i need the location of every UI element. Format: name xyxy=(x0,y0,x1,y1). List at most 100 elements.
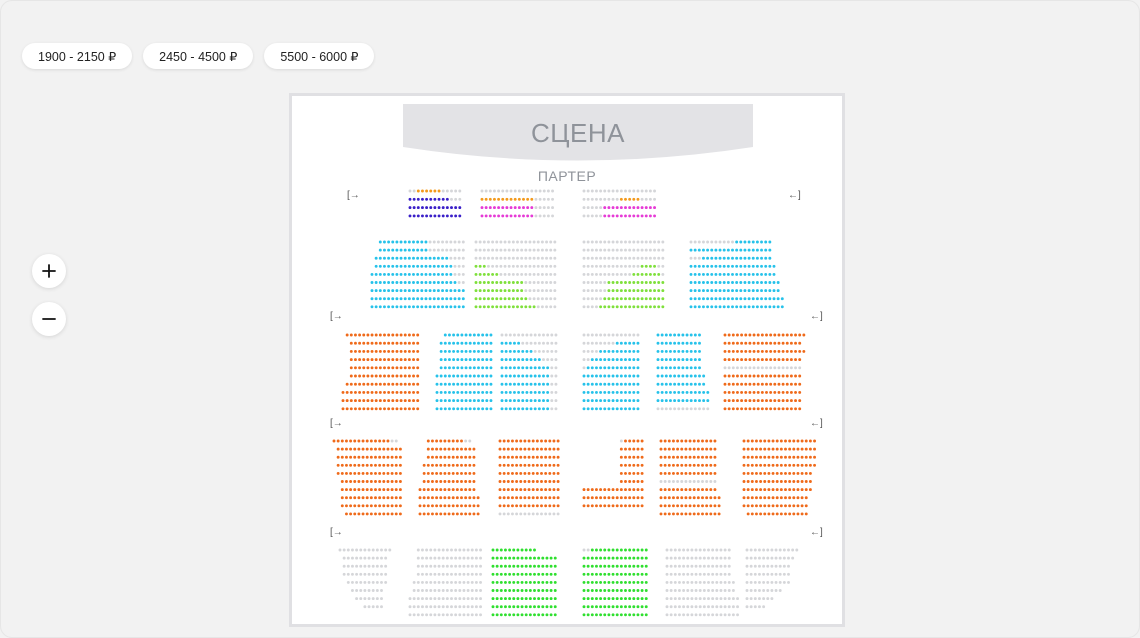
g3d-seat[interactable] xyxy=(599,366,603,370)
g5c-seat[interactable] xyxy=(528,564,532,568)
g4b-seat[interactable] xyxy=(455,496,459,500)
g5c-seat[interactable] xyxy=(553,580,557,584)
g2c-seat[interactable] xyxy=(653,297,656,301)
g2c-seat[interactable] xyxy=(632,289,636,293)
g5b-seat[interactable] xyxy=(445,556,449,560)
g2d-seat[interactable] xyxy=(710,297,714,301)
g5e-seat[interactable] xyxy=(727,564,731,568)
g4c-seat[interactable] xyxy=(531,496,535,500)
g4e-seat[interactable] xyxy=(692,488,696,492)
g2c-seat[interactable] xyxy=(653,256,656,260)
g3e-seat[interactable] xyxy=(698,374,701,378)
g2c-seat[interactable] xyxy=(653,272,656,276)
g4f-seat[interactable] xyxy=(788,480,792,483)
g5c-seat[interactable] xyxy=(495,613,499,617)
g1a-seat[interactable] xyxy=(416,189,420,193)
g3b-seat[interactable] xyxy=(485,382,489,386)
g2d-seat[interactable] xyxy=(768,264,772,268)
g5b-seat[interactable] xyxy=(479,613,482,617)
g4e-seat[interactable] xyxy=(701,455,704,459)
g3a-seat[interactable] xyxy=(374,390,378,394)
g4b-seat[interactable] xyxy=(451,471,455,475)
g1c-seat[interactable] xyxy=(644,189,648,193)
g2b-seat[interactable] xyxy=(482,281,486,284)
g5c-seat[interactable] xyxy=(495,564,499,568)
g5a-seat[interactable] xyxy=(359,597,363,601)
g5a-seat[interactable] xyxy=(355,556,359,560)
g5d-seat[interactable] xyxy=(624,548,627,552)
g2a-seat[interactable] xyxy=(436,305,440,309)
g2a-seat[interactable] xyxy=(407,256,411,260)
g3d-seat[interactable] xyxy=(615,390,619,394)
g3f-seat[interactable] xyxy=(785,349,789,353)
g2d-seat[interactable] xyxy=(755,248,759,252)
g4e-seat[interactable] xyxy=(713,439,717,443)
g2d-seat[interactable] xyxy=(764,272,768,276)
g5b-seat[interactable] xyxy=(474,613,478,617)
g4d-seat[interactable] xyxy=(640,463,644,467)
g5f-seat[interactable] xyxy=(782,548,786,552)
g3e-seat[interactable] xyxy=(673,349,677,353)
g3f-seat[interactable] xyxy=(794,349,797,353)
g2a-seat[interactable] xyxy=(387,264,391,268)
g5e-seat[interactable] xyxy=(682,580,686,584)
g3c-seat[interactable] xyxy=(554,349,558,353)
g2d-seat[interactable] xyxy=(731,240,734,244)
g5d-seat[interactable] xyxy=(586,613,590,617)
g4b-seat[interactable] xyxy=(476,504,480,508)
g4a-seat[interactable] xyxy=(365,496,369,500)
g4f-seat[interactable] xyxy=(746,512,750,516)
g2a-seat[interactable] xyxy=(399,240,403,244)
g3e-seat[interactable] xyxy=(685,407,689,411)
g5d-seat[interactable] xyxy=(611,580,615,584)
g3f-seat[interactable] xyxy=(727,349,731,353)
g5d-seat[interactable] xyxy=(640,580,644,584)
g2a-seat[interactable] xyxy=(424,256,428,260)
g5f-seat[interactable] xyxy=(766,548,770,552)
g2b-seat[interactable] xyxy=(549,240,553,244)
g1b-seat[interactable] xyxy=(488,197,492,201)
g4b-seat[interactable] xyxy=(422,496,426,500)
g1a-seat[interactable] xyxy=(421,214,424,218)
g2c-seat[interactable] xyxy=(644,264,648,268)
g5e-seat[interactable] xyxy=(698,589,702,592)
g3e-seat[interactable] xyxy=(656,374,660,378)
g2b-seat[interactable] xyxy=(491,281,495,284)
g4e-seat[interactable] xyxy=(684,512,688,516)
g2b-seat[interactable] xyxy=(491,272,495,276)
g5c-seat[interactable] xyxy=(495,597,499,601)
g3a-seat[interactable] xyxy=(378,341,382,345)
g5a-seat[interactable] xyxy=(355,589,359,592)
g3b-seat[interactable] xyxy=(485,341,489,345)
g5f-seat[interactable] xyxy=(766,556,770,560)
g5d-seat[interactable] xyxy=(636,572,640,576)
g4d-seat[interactable] xyxy=(586,488,590,492)
g3d-seat[interactable] xyxy=(615,407,619,411)
g4c-seat[interactable] xyxy=(511,439,514,443)
g5d-seat[interactable] xyxy=(586,580,590,584)
g2c-seat[interactable] xyxy=(611,264,615,268)
g5e-seat[interactable] xyxy=(702,613,706,617)
g4e-seat[interactable] xyxy=(684,504,688,508)
g3c-seat[interactable] xyxy=(525,399,529,403)
g5b-seat[interactable] xyxy=(479,589,482,592)
g4f-seat[interactable] xyxy=(779,488,783,492)
g4b-seat[interactable] xyxy=(468,496,472,500)
g5c-seat[interactable] xyxy=(541,556,545,560)
g3f-seat[interactable] xyxy=(744,349,748,353)
g4e-seat[interactable] xyxy=(705,439,709,443)
g5a-seat[interactable] xyxy=(363,589,367,592)
g5d-seat[interactable] xyxy=(582,564,586,568)
g4b-seat[interactable] xyxy=(472,480,476,483)
g2d-seat[interactable] xyxy=(689,256,693,260)
g2c-seat[interactable] xyxy=(611,256,615,260)
g3f-seat[interactable] xyxy=(748,349,752,353)
g5c-seat[interactable] xyxy=(528,605,532,609)
g2d-seat[interactable] xyxy=(702,264,705,268)
g2b-seat[interactable] xyxy=(507,297,511,301)
g4b-seat[interactable] xyxy=(439,439,443,443)
g4e-seat[interactable] xyxy=(705,496,709,500)
g2c-seat[interactable] xyxy=(657,289,661,293)
g2c-seat[interactable] xyxy=(607,240,611,244)
g2c-seat[interactable] xyxy=(607,272,611,276)
